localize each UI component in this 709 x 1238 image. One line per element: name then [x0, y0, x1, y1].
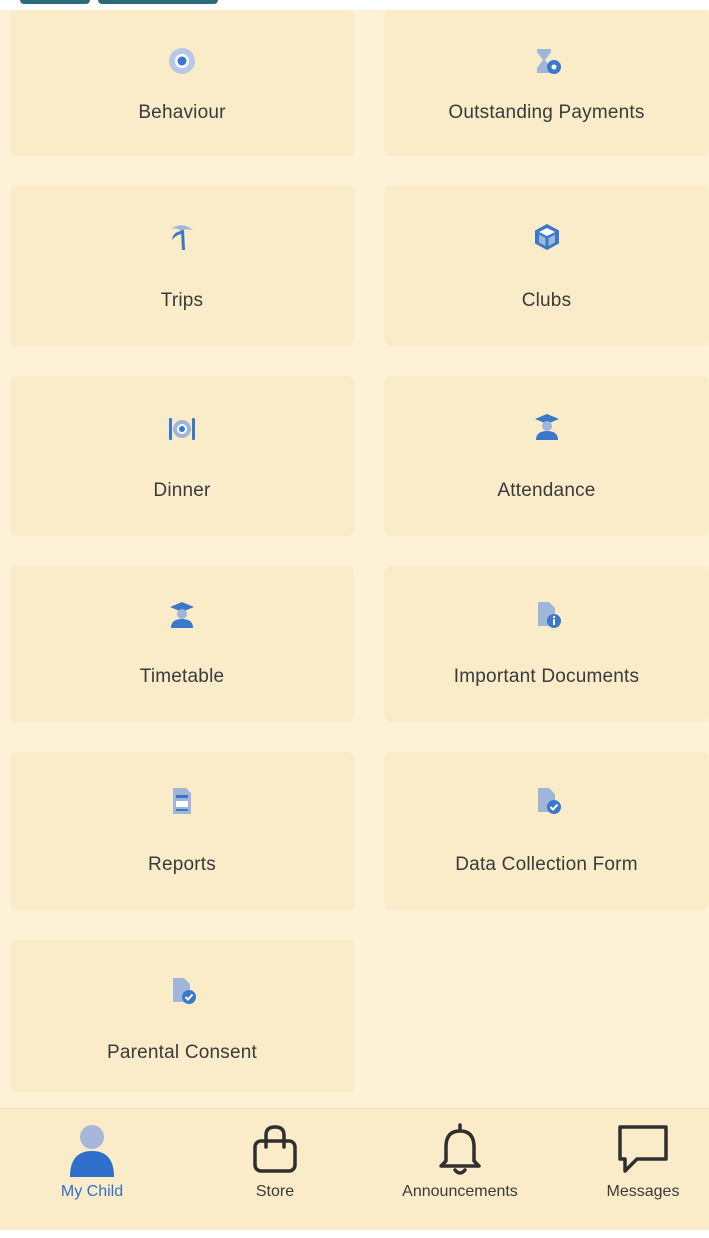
tile-label: Data Collection Form: [455, 854, 638, 875]
tile-label: Outstanding Payments: [448, 102, 645, 123]
tile-attendance[interactable]: Attendance: [384, 376, 709, 536]
tile-dinner[interactable]: Dinner: [10, 376, 354, 536]
tile-data-collection-form[interactable]: Data Collection Form: [384, 752, 709, 910]
tab-announcements[interactable]: Announcements: [380, 1109, 540, 1231]
tab-messages[interactable]: Messages: [588, 1109, 698, 1231]
tile-timetable[interactable]: Timetable: [10, 566, 354, 722]
tile-parental-consent[interactable]: Parental Consent: [10, 940, 354, 1092]
document-info-icon: [532, 600, 562, 630]
shopping-bag-icon: [247, 1121, 303, 1177]
document-check-icon: [532, 786, 562, 816]
tile-clubs[interactable]: Clubs: [384, 186, 709, 346]
tile-label: Dinner: [153, 480, 211, 501]
cutlery-plate-icon: [167, 414, 197, 444]
report-icon: [167, 786, 197, 816]
tile-label: Behaviour: [138, 102, 226, 123]
bottom-tab-bar: My Child Store Announcements Messages: [0, 1108, 709, 1231]
tab-label: Store: [255, 1183, 295, 1200]
tab-label: Messages: [606, 1183, 680, 1200]
palm-tree-icon: [167, 222, 197, 252]
tile-trips[interactable]: Trips: [10, 186, 354, 346]
hourglass-icon: [532, 46, 562, 76]
tile-label: Reports: [148, 854, 216, 875]
chat-bubble-icon: [615, 1121, 671, 1177]
tile-label: Parental Consent: [106, 1042, 257, 1063]
tile-behaviour[interactable]: Behaviour: [10, 10, 354, 156]
person-icon: [64, 1121, 120, 1177]
tile-label: Important Documents: [453, 666, 640, 687]
header-clip: [0, 0, 709, 10]
document-check-icon: [167, 976, 197, 1006]
tile-label: Trips: [160, 290, 204, 311]
tile-label: Clubs: [521, 290, 572, 311]
bottom-edge: [0, 1230, 709, 1238]
tab-label: My Child: [60, 1183, 124, 1200]
app-screen: Behaviour Outstanding Payments Trips Clu…: [0, 0, 709, 1238]
tile-label: Attendance: [497, 480, 596, 501]
tab-store[interactable]: Store: [228, 1109, 322, 1231]
tile-important-documents[interactable]: Important Documents: [384, 566, 709, 722]
graduate-icon: [532, 412, 562, 442]
tile-label: Timetable: [139, 666, 225, 687]
eye-icon: [167, 46, 197, 76]
bell-icon: [432, 1121, 488, 1177]
tile-reports[interactable]: Reports: [10, 752, 354, 910]
header-title-fragment: [20, 0, 260, 4]
tab-my-child[interactable]: My Child: [40, 1109, 144, 1231]
cube-icon: [532, 222, 562, 252]
tab-label: Announcements: [402, 1183, 518, 1200]
graduate-icon: [167, 600, 197, 630]
tile-outstanding-payments[interactable]: Outstanding Payments: [384, 10, 709, 156]
